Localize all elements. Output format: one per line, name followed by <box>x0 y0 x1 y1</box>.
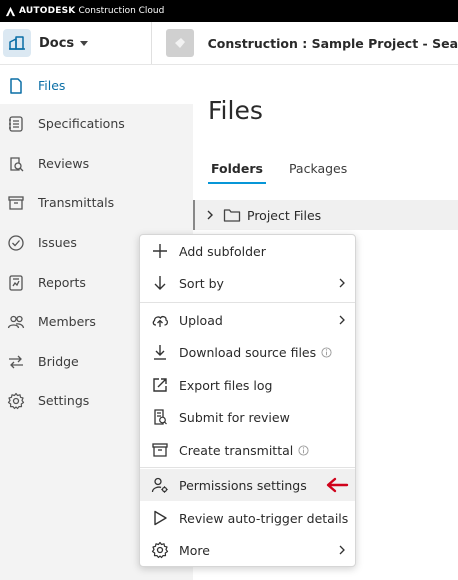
bridge-icon <box>9 355 23 368</box>
top-bar: AUTODESK Construction Cloud <box>0 0 458 22</box>
menu-item-create-transmittal[interactable]: Create transmittal <box>140 434 355 466</box>
issues-icon <box>8 234 24 251</box>
download-icon <box>154 345 166 360</box>
menu-item-label: Permissions settings <box>179 477 307 493</box>
menu-item-label: Submit for review <box>179 409 290 425</box>
play-icon <box>154 510 167 526</box>
sidebar-item-files[interactable]: Files <box>0 66 193 105</box>
product-name: Construction Cloud <box>78 6 165 16</box>
menu-item-export-files-log[interactable]: Export files log <box>140 369 355 401</box>
sidebar-item-label: Transmittals <box>38 195 115 210</box>
menu-item-label: Export files log <box>179 377 273 393</box>
chevron-right-icon <box>339 315 345 325</box>
menu-item-label: Upload <box>179 312 223 328</box>
sidebar-item-label: Specifications <box>38 116 125 131</box>
folder-tree-item[interactable]: Project Files <box>193 200 458 230</box>
app-switcher[interactable]: Docs <box>0 22 152 64</box>
cloud-upload-icon <box>152 315 168 327</box>
app-name: Docs <box>39 35 75 51</box>
arrow-down-icon <box>154 276 166 290</box>
chevron-down-icon <box>80 40 89 46</box>
menu-item-label: More <box>179 542 210 558</box>
menu-item-more[interactable]: More <box>140 534 355 566</box>
menu-item-label: Sort by <box>179 275 224 291</box>
specifications-icon <box>9 115 23 132</box>
menu-item-label: Add subfolder <box>179 243 266 259</box>
sidebar-item-label: Members <box>38 314 96 329</box>
transmittal-icon <box>152 443 168 457</box>
file-icon <box>10 77 22 94</box>
sidebar-item-transmittals[interactable]: Transmittals <box>0 183 193 222</box>
docs-app-icon <box>3 29 31 57</box>
settings-icon <box>7 392 25 409</box>
members-icon <box>7 315 25 328</box>
export-icon <box>153 378 167 392</box>
page-title: Files <box>208 96 263 125</box>
project-thumbnail <box>165 29 194 57</box>
menu-item-upload[interactable]: Upload <box>140 304 355 336</box>
context-menu: Add subfolder Sort by Upload Download so… <box>139 234 356 567</box>
transmittals-icon <box>8 195 24 210</box>
chevron-right-icon <box>339 278 345 288</box>
menu-item-download-source-files[interactable]: Download source files <box>140 336 355 368</box>
sidebar-item-reviews[interactable]: Reviews <box>0 144 193 183</box>
tab-packages[interactable]: Packages <box>286 159 350 184</box>
chevron-right-icon[interactable] <box>205 209 215 221</box>
folder-icon <box>223 209 241 222</box>
plus-icon <box>153 244 167 258</box>
sidebar-item-label: Settings <box>38 393 90 408</box>
gear-icon <box>151 541 169 559</box>
sidebar-item-label: Files <box>38 78 66 93</box>
header: Docs Construction : Sample Project - Sea <box>0 22 458 65</box>
menu-item-review-auto-trigger[interactable]: Review auto-trigger details <box>140 502 355 534</box>
submit-review-icon <box>154 409 167 425</box>
menu-item-permissions-settings[interactable]: Permissions settings <box>140 469 355 501</box>
project-selector[interactable]: Construction : Sample Project - Sea <box>152 29 458 57</box>
info-icon[interactable] <box>321 346 332 358</box>
folder-name: Project Files <box>247 207 322 223</box>
menu-item-sort-by[interactable]: Sort by <box>140 267 355 299</box>
menu-divider <box>140 467 355 468</box>
annotation-arrow-icon <box>326 477 349 493</box>
sidebar-item-specifications[interactable]: Specifications <box>0 104 193 143</box>
sidebar-item-label: Reviews <box>38 156 90 171</box>
info-icon[interactable] <box>298 444 309 456</box>
tab-folders[interactable]: Folders <box>208 159 266 184</box>
menu-item-label: Review auto-trigger details <box>179 510 349 526</box>
menu-item-label: Download source files <box>179 344 317 360</box>
user-gear-icon <box>151 477 168 493</box>
autodesk-logo-icon <box>5 6 16 16</box>
reports-icon <box>9 274 23 291</box>
sidebar-item-label: Reports <box>38 275 86 290</box>
chevron-right-icon <box>339 545 345 555</box>
sidebar-item-label: Bridge <box>38 354 79 369</box>
reviews-icon <box>10 156 24 171</box>
autodesk-logo[interactable]: AUTODESK Construction Cloud <box>5 6 164 17</box>
project-name: Construction : Sample Project - Sea <box>207 35 458 51</box>
tab-bar: Folders Packages <box>208 159 370 184</box>
brand-name: AUTODESK <box>19 6 76 16</box>
sidebar-item-label: Issues <box>38 235 77 250</box>
menu-item-label: Create transmittal <box>179 442 294 458</box>
menu-item-add-subfolder[interactable]: Add subfolder <box>140 235 355 267</box>
menu-item-submit-for-review[interactable]: Submit for review <box>140 401 355 433</box>
menu-divider <box>140 302 355 303</box>
